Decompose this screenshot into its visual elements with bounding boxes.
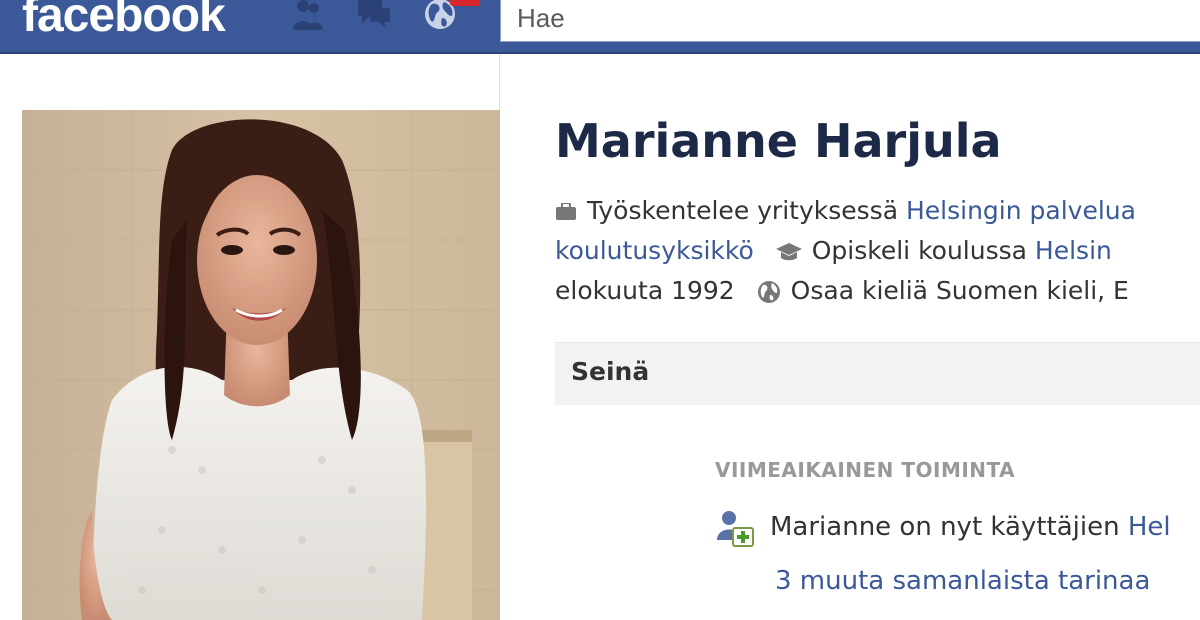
graduation-cap-icon <box>775 243 802 261</box>
languages-prefix: Osaa kieliä <box>790 276 928 305</box>
languages-value: Suomen kieli, E <box>935 276 1129 305</box>
globe-icon <box>757 280 781 304</box>
wall-tab-bar: Seinä <box>555 342 1200 405</box>
info-line-education: koulutusyksikkö Opiskeli koulussa Helsin <box>555 236 1112 265</box>
employer-link[interactable]: Helsingin palvelua <box>906 196 1136 225</box>
recent-activity-heading: VIIMEAIKAINEN TOIMINTA <box>715 458 1016 482</box>
top-navigation-bar: facebook <box>0 0 1200 54</box>
search-input[interactable] <box>500 0 1200 42</box>
employer-unit-link[interactable]: koulutusyksikkö <box>555 236 754 265</box>
info-line-languages: elokuuta 1992 Osaa kieliä Suomen kieli, … <box>555 276 1129 305</box>
profile-name: Marianne Harjula <box>555 114 1002 168</box>
profile-photo[interactable] <box>22 110 500 620</box>
work-prefix: Työskentelee yrityksessä <box>587 196 899 225</box>
facebook-logo[interactable]: facebook <box>22 0 226 43</box>
tab-wall[interactable]: Seinä <box>571 357 649 386</box>
activity-text: Marianne on nyt käyttäjien <box>770 512 1120 542</box>
friend-requests-icon[interactable] <box>290 0 326 32</box>
notification-count-badge[interactable] <box>450 0 480 6</box>
messages-icon[interactable] <box>356 0 392 32</box>
more-similar-stories-link[interactable]: 3 muuta samanlaista tarinaa <box>775 566 1150 596</box>
school-link[interactable]: Helsin <box>1035 236 1112 265</box>
education-date: elokuuta 1992 <box>555 276 735 305</box>
activity-story: Marianne on nyt käyttäjien Hel <box>770 512 1171 542</box>
info-line-work: Työskentelee yrityksessä Helsingin palve… <box>555 196 1136 225</box>
activity-link[interactable]: Hel <box>1128 512 1171 542</box>
briefcase-icon <box>555 203 577 221</box>
add-friend-icon <box>715 508 755 548</box>
education-prefix: Opiskeli koulussa <box>811 236 1027 265</box>
